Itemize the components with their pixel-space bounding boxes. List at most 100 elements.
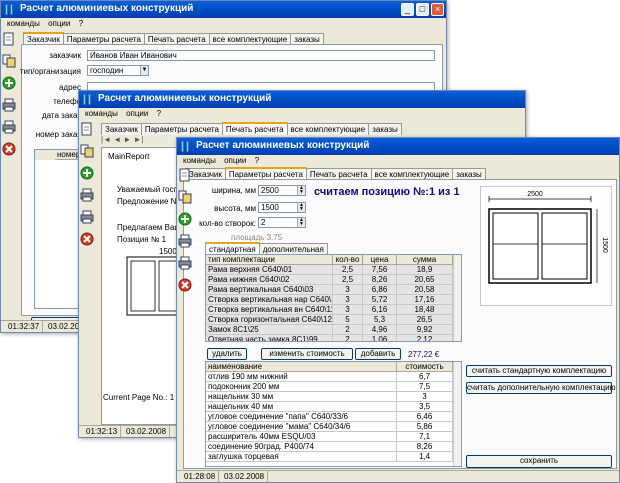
add-icon[interactable] (178, 212, 192, 226)
status-date: 03.02.2008 (221, 471, 269, 482)
table-row[interactable]: Створка вертикальная нар С640\10 3 5,72 17,… (206, 295, 461, 305)
title-bar[interactable]: Расчет алюминиевых конструкций _ □ × (1, 1, 446, 18)
tab-customer[interactable]: Заказчик (101, 123, 142, 135)
minimize-button[interactable]: _ (401, 3, 414, 16)
scrollbar[interactable] (453, 362, 461, 466)
print-icon[interactable] (178, 234, 192, 248)
app-icon (181, 141, 191, 152)
add-icon[interactable] (80, 166, 94, 180)
table-row[interactable]: нащельник 40 мм 3,5 (206, 402, 461, 412)
copy-icon[interactable] (2, 54, 16, 68)
sashes-input[interactable]: 2 ▲ ▼ (258, 217, 306, 228)
spin-arrows-icon[interactable]: ▲ ▼ (297, 203, 305, 212)
table-cell: 3 (333, 305, 363, 315)
table-cell: 2,12 (397, 335, 453, 341)
add-button[interactable]: добавить (355, 348, 401, 360)
height-input[interactable]: 1500 ▲ ▼ (258, 202, 306, 213)
document-icon[interactable] (80, 122, 94, 136)
table-row[interactable]: соединение 90град. Р400/74 8,26 (206, 442, 461, 452)
menu-commands[interactable]: команды (183, 155, 216, 167)
print-icon[interactable] (80, 210, 94, 224)
height-label: высота, мм (214, 204, 256, 213)
copy-icon[interactable] (178, 190, 192, 204)
table-row[interactable]: Рама вертикальная С640\03 3 6,86 20,58 (206, 285, 461, 295)
standard-kit-table[interactable]: тип комплектации кол-во цена сумма Рама … (205, 254, 462, 342)
change-price-button[interactable]: изменить стоимость (261, 348, 353, 360)
print-icon[interactable] (178, 256, 192, 270)
menu-options[interactable]: опции (126, 108, 148, 120)
table-row[interactable]: расширитель 40мм ESQU/03 7,1 (206, 432, 461, 442)
menu-help[interactable]: ? (79, 18, 83, 30)
col-price: цена (363, 255, 397, 265)
col-name: наименование (206, 362, 397, 372)
customer-input[interactable]: Иванов Иван Иванович (87, 50, 435, 61)
save-button[interactable]: сохранить (466, 455, 612, 468)
delete-button[interactable]: удалить (207, 348, 247, 360)
tab-print[interactable]: Печать расчета (221, 122, 288, 135)
table-header: тип комплектации кол-во цена сумма (206, 255, 461, 265)
table-row[interactable]: Ответная часть замка 8С1\99 2 1,06 2,12 (206, 335, 461, 341)
table-row[interactable]: отлив 190 мм нижний 6,7 (206, 372, 461, 382)
title-bar[interactable]: Расчет алюминиевых конструкций (177, 138, 619, 155)
tab-components[interactable]: все комплектующие (286, 123, 370, 135)
report-line-1: Уважаемый госп (117, 185, 178, 194)
table-row[interactable]: Замок 8С1\25 2 4,96 9,92 (206, 325, 461, 335)
table-row[interactable]: подоконник 200 мм 7,5 (206, 382, 461, 392)
menu-commands[interactable]: команды (85, 108, 118, 120)
table-cell: нащельник 30 мм (206, 392, 397, 402)
table-cell: 5,3 (363, 315, 397, 325)
table-row[interactable]: Створка горизонтальная С640\12 5 5,3 26,5 (206, 315, 461, 325)
table-cell: угловое соединение "папа" С640/33/6 (206, 412, 397, 422)
table-row[interactable]: Рама верхняя С640\01 2,5 7,56 18,9 (206, 265, 461, 275)
table-row[interactable]: нащельник 30 мм 3 (206, 392, 461, 402)
document-icon[interactable] (2, 32, 16, 46)
table-row[interactable]: Рама нижняя С640\02 2,5 8,26 20,65 (206, 275, 461, 285)
maximize-button[interactable]: □ (416, 3, 429, 16)
tab-orders[interactable]: заказы (368, 123, 402, 135)
table-row[interactable]: заглушка торцевая 1,4 (206, 452, 461, 462)
table-cell: 2,5 (333, 275, 363, 285)
print-icon[interactable] (2, 120, 16, 134)
window-drawing-panel: 2500 1500 (480, 186, 612, 306)
document-icon[interactable] (178, 168, 192, 182)
table-row[interactable]: угловое соединение "папа" С640/33/6 6,46 (206, 412, 461, 422)
spin-arrows-icon[interactable]: ▲ ▼ (297, 186, 305, 195)
delete-icon[interactable] (80, 232, 94, 246)
table-row[interactable]: угловое соединение "мама" С640/34/6 5,86 (206, 422, 461, 432)
delete-icon[interactable] (178, 278, 192, 292)
menu-commands[interactable]: команды (7, 18, 40, 30)
menu-options[interactable]: опции (48, 18, 70, 30)
menu-help[interactable]: ? (157, 108, 161, 120)
scrollbar[interactable] (453, 255, 461, 341)
report-name[interactable]: MainReport (108, 152, 149, 161)
print-icon[interactable] (2, 98, 16, 112)
print-icon[interactable] (80, 188, 94, 202)
next-page-icon[interactable]: ► (123, 135, 131, 144)
status-bar: 01:28:08 03.02.2008 (177, 470, 619, 482)
title-bar[interactable]: Расчет алюминиевых конструкций (79, 91, 525, 108)
calc-standard-kit-button[interactable]: считать стандартную комплектацию (466, 365, 612, 377)
width-input[interactable]: 2500 ▲ ▼ (258, 185, 306, 196)
menu-options[interactable]: опции (224, 155, 246, 167)
spin-arrows-icon[interactable]: ▲ ▼ (297, 218, 305, 227)
table-row[interactable]: Створка вертикальная вн С640\11 3 6,16 18,4… (206, 305, 461, 315)
calc-extra-kit-button[interactable]: считать дополнительную комплектацию (466, 382, 616, 394)
menu-help[interactable]: ? (255, 155, 259, 167)
last-page-icon[interactable]: ►| (134, 135, 144, 144)
tab-parameters[interactable]: Параметры расчета (140, 123, 223, 135)
table-cell: 1,06 (363, 335, 397, 341)
delete-icon[interactable] (2, 142, 16, 156)
table-cell: Ответная часть замка 8С1\99 (206, 335, 333, 341)
height-value: 1500 (261, 203, 279, 212)
table-cell: 6,7 (397, 372, 453, 382)
type-select[interactable]: господин ▼ (87, 65, 149, 76)
copy-icon[interactable] (80, 144, 94, 158)
first-page-icon[interactable]: |◄ (101, 135, 111, 144)
chevron-down-icon[interactable]: ▼ (140, 66, 148, 75)
prev-page-icon[interactable]: ◄ (113, 135, 121, 144)
close-button[interactable]: × (431, 3, 444, 16)
components-table[interactable]: наименование стоимость отлив 190 мм нижн… (205, 361, 462, 467)
menu-bar: команды опции ? (79, 108, 525, 120)
add-icon[interactable] (2, 76, 16, 90)
width-label: ширина, мм (211, 186, 256, 195)
